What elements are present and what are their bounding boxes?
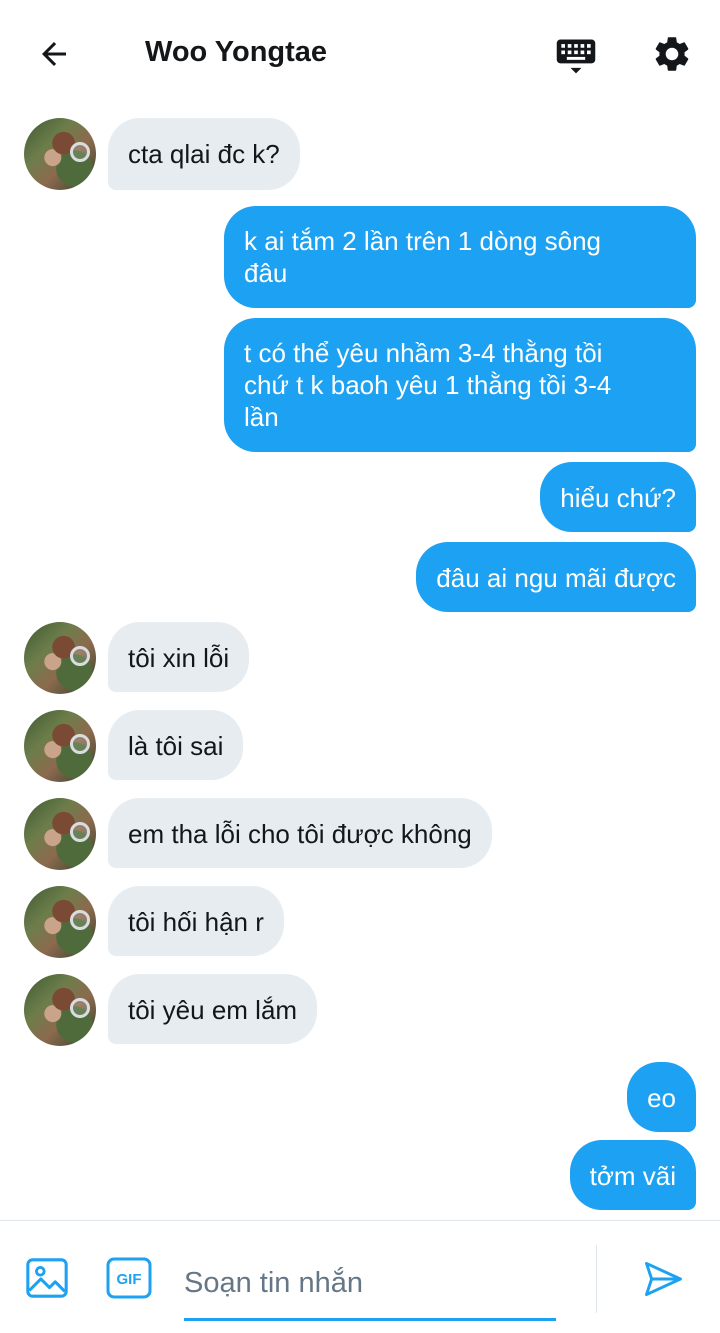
avatar[interactable] xyxy=(24,886,96,958)
message-line: đâu xyxy=(244,258,288,288)
message-composer: GIF xyxy=(0,1220,720,1333)
message-input[interactable] xyxy=(184,1249,556,1321)
conversation-title: Woo Yongtae xyxy=(145,36,328,68)
message-bubble-incoming[interactable]: tôi yêu em lắm xyxy=(108,974,318,1044)
message-row-incoming: tôi xin lỗi xyxy=(0,622,720,694)
avatar[interactable] xyxy=(24,710,96,782)
image-icon xyxy=(26,1258,68,1298)
settings-button[interactable] xyxy=(646,28,698,80)
top-app-bar: Woo Yongtae xyxy=(0,0,720,108)
message-row-incoming: cta qlai đc k? xyxy=(0,118,720,190)
message-bubble-incoming[interactable]: là tôi sai xyxy=(108,710,244,780)
add-gif-button[interactable]: GIF xyxy=(106,1257,152,1299)
message-thread[interactable]: cta qlai đc k? k ai tắm 2 lần trên 1 dòn… xyxy=(0,108,720,1220)
message-bubble-incoming[interactable]: tôi xin lỗi xyxy=(108,622,250,692)
message-bubble-incoming[interactable]: em tha lỗi cho tôi được không xyxy=(108,798,492,868)
keyboard-shortcuts-button[interactable] xyxy=(550,30,602,82)
send-button[interactable] xyxy=(640,1257,686,1301)
message-bubble-incoming[interactable]: cta qlai đc k? xyxy=(108,118,300,190)
avatar[interactable] xyxy=(24,118,96,190)
message-bubble-outgoing[interactable]: k ai tắm 2 lần trên 1 dòng sông đâu xyxy=(224,206,696,308)
message-line: t có thể yêu nhầm 3-4 thằng tồi xyxy=(244,338,603,368)
gif-icon: GIF xyxy=(106,1257,152,1299)
avatar[interactable] xyxy=(24,974,96,1046)
message-row-outgoing: tởm vãi xyxy=(0,1140,720,1210)
composer-divider xyxy=(596,1245,597,1313)
message-row-incoming: là tôi sai xyxy=(0,710,720,782)
message-row-incoming: tôi hối hận r xyxy=(0,886,720,958)
message-bubble-outgoing[interactable]: eo xyxy=(627,1062,696,1132)
message-row-outgoing: eo xyxy=(0,1062,720,1132)
message-bubble-outgoing[interactable]: đâu ai ngu mãi được xyxy=(416,542,696,612)
message-row-incoming: tôi yêu em lắm xyxy=(0,974,720,1046)
message-bubble-outgoing[interactable]: t có thể yêu nhầm 3-4 thằng tồi chứ t k … xyxy=(224,318,696,452)
message-bubble-incoming[interactable]: tôi hối hận r xyxy=(108,886,284,956)
message-bubble-outgoing[interactable]: hiểu chứ? xyxy=(540,462,696,532)
back-arrow-icon xyxy=(42,42,66,66)
back-button[interactable] xyxy=(28,30,80,78)
avatar[interactable] xyxy=(24,798,96,870)
message-line: lần xyxy=(244,402,279,432)
message-row-outgoing: t có thể yêu nhầm 3-4 thằng tồi chứ t k … xyxy=(0,318,720,452)
message-row-incoming: em tha lỗi cho tôi được không xyxy=(0,798,720,870)
message-line: k ai tắm 2 lần trên 1 dòng sông xyxy=(244,226,602,256)
gear-icon xyxy=(655,37,689,71)
avatar[interactable] xyxy=(24,622,96,694)
add-photo-button[interactable] xyxy=(24,1255,70,1301)
send-icon xyxy=(645,1261,682,1297)
message-line: chứ t k baoh yêu 1 thằng tồi 3-4 xyxy=(244,370,612,400)
message-row-outgoing: đâu ai ngu mãi được xyxy=(0,542,720,612)
message-row-outgoing: k ai tắm 2 lần trên 1 dòng sông đâu xyxy=(0,206,720,308)
gif-label: GIF xyxy=(117,1271,142,1288)
message-row-outgoing: hiểu chứ? xyxy=(0,462,720,532)
message-bubble-outgoing[interactable]: tởm vãi xyxy=(569,1140,696,1210)
keyboard-icon xyxy=(556,39,596,74)
